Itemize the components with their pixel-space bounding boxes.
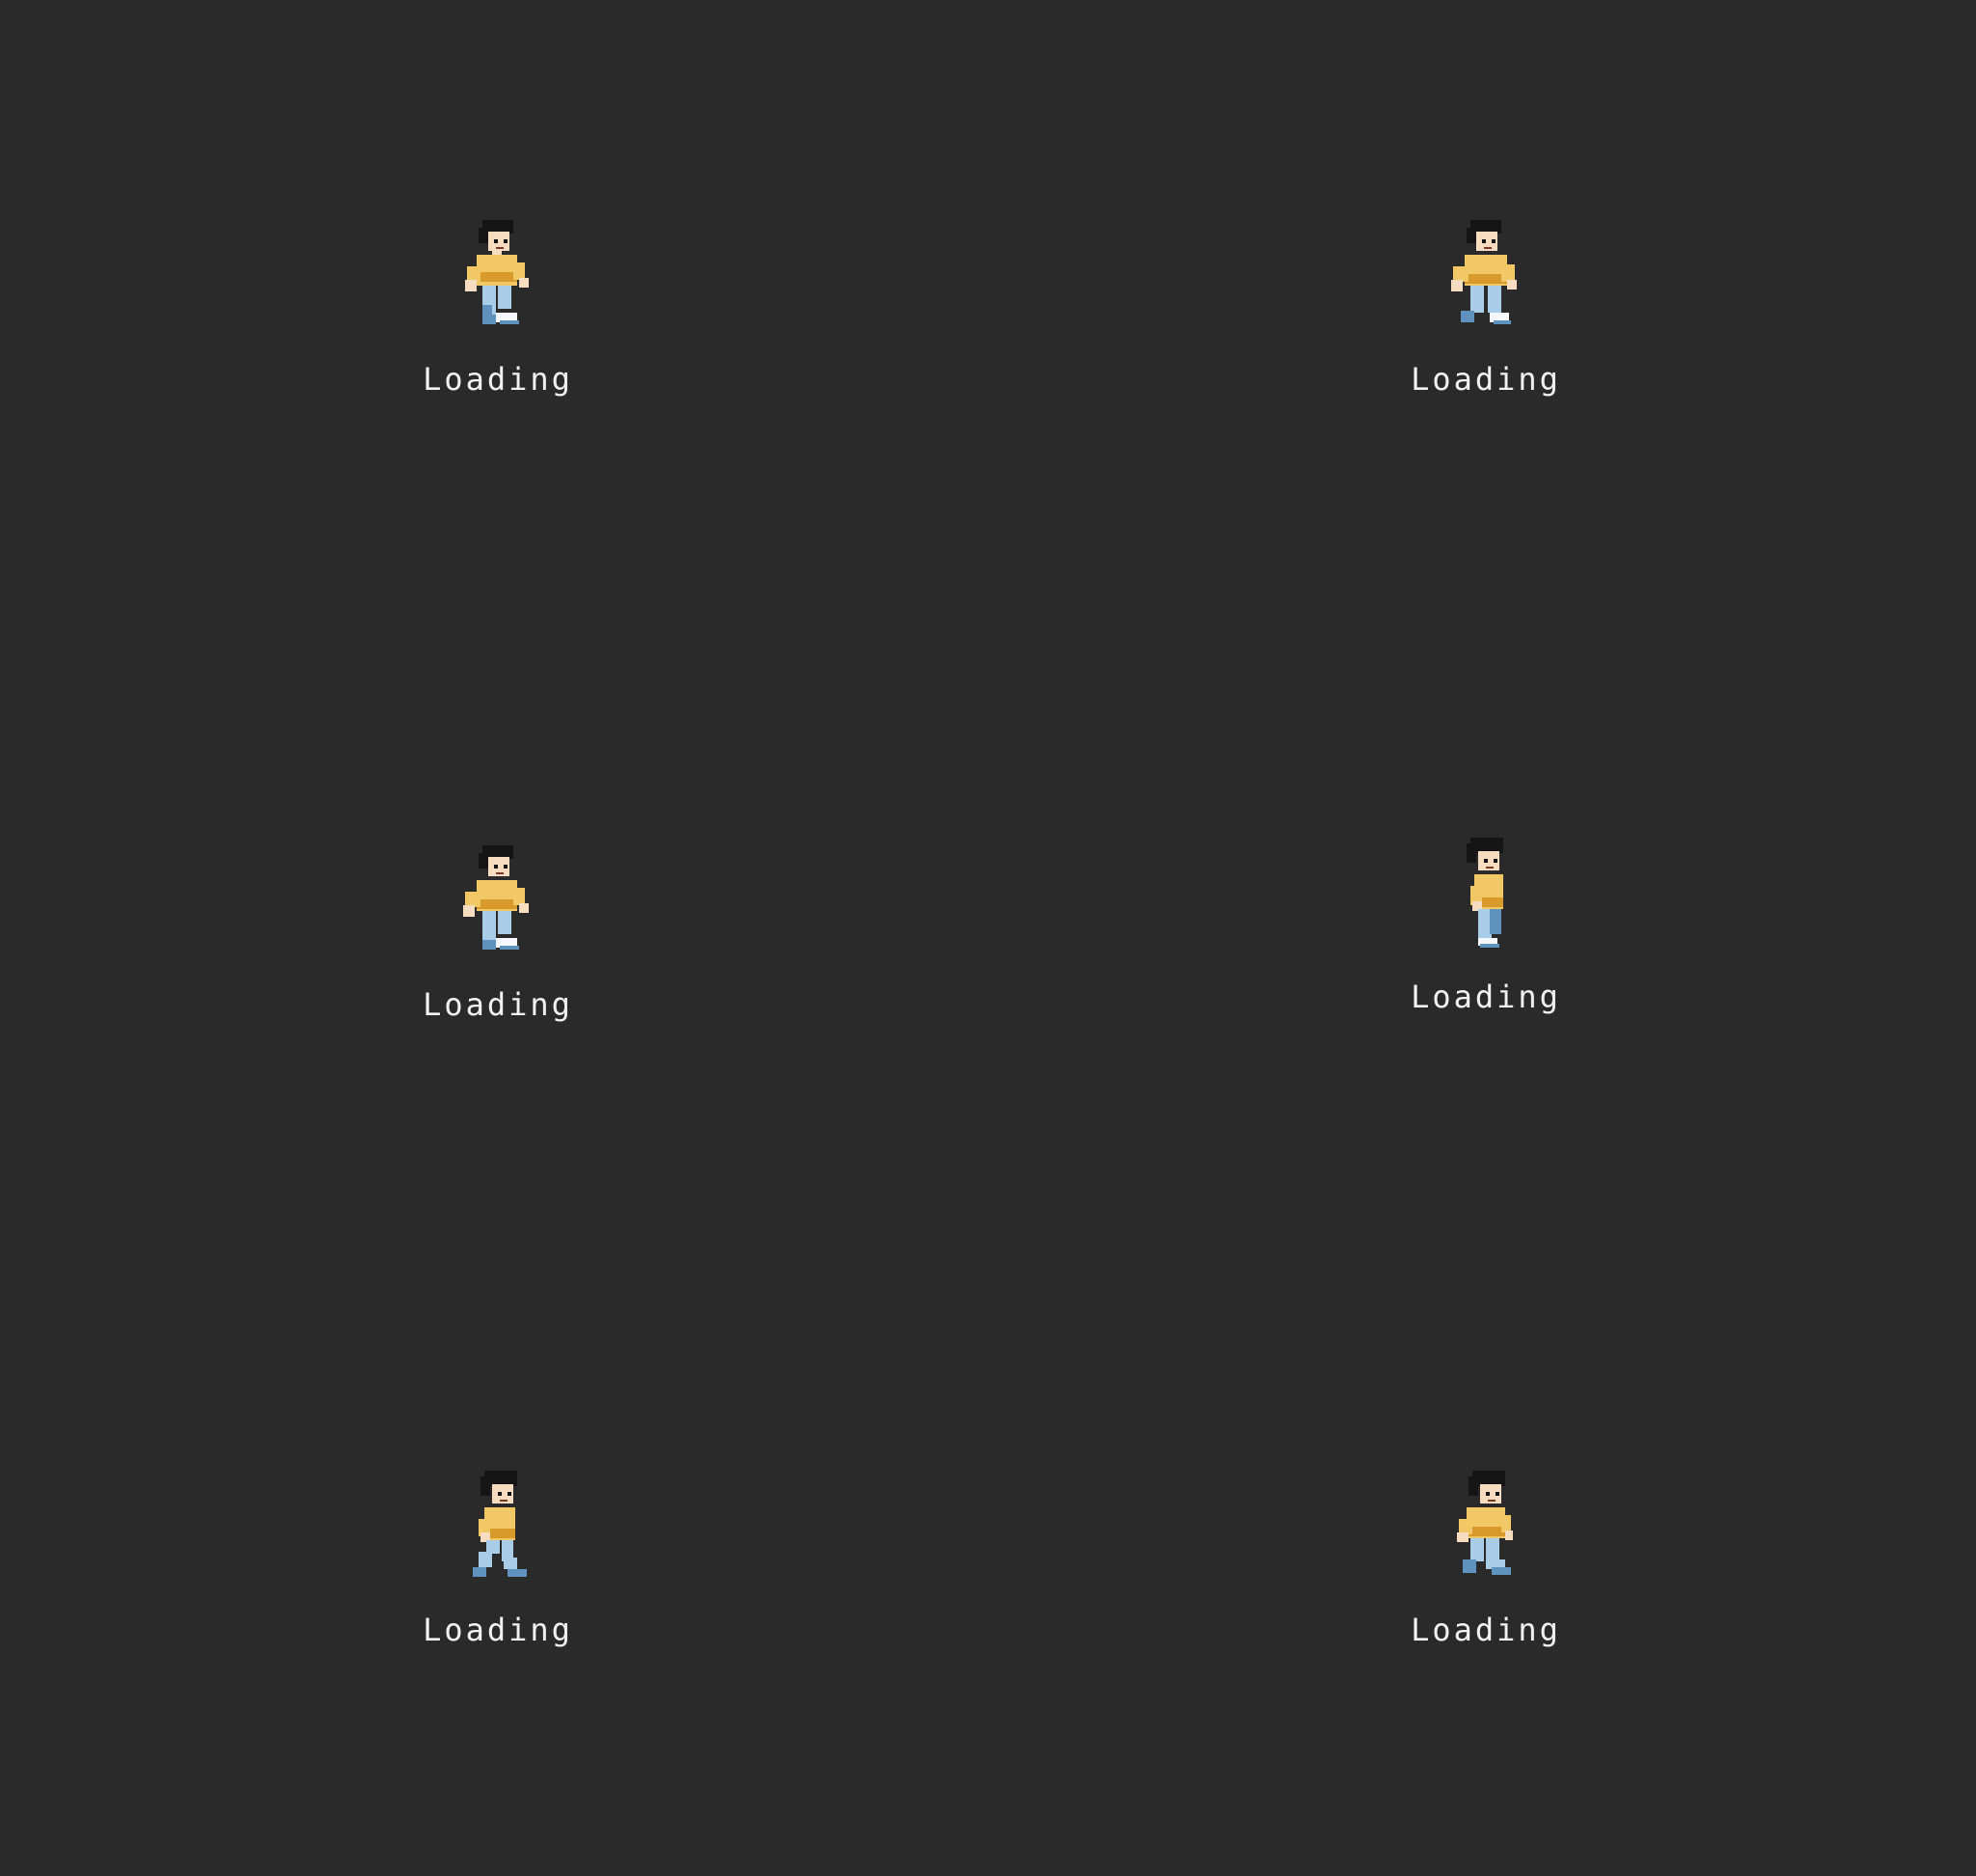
loading-label: Loading <box>423 1612 573 1648</box>
walking-boy-sprite <box>450 1471 546 1606</box>
loading-label: Loading <box>1411 1612 1561 1648</box>
loading-label: Loading <box>423 986 573 1023</box>
loading-frame-5: Loading <box>411 1471 585 1683</box>
loading-frame-2: Loading <box>1399 220 1573 432</box>
loading-label: Loading <box>1411 979 1561 1015</box>
walking-boy-sprite <box>1438 220 1534 355</box>
loading-frame-6: Loading <box>1399 1471 1573 1683</box>
loading-label: Loading <box>1411 361 1561 398</box>
walking-boy-sprite <box>450 845 546 980</box>
loading-frame-3: Loading <box>411 845 585 1058</box>
walking-boy-sprite <box>1438 1471 1534 1606</box>
loading-frame-4: Loading <box>1399 838 1573 1050</box>
loading-frame-1: Loading <box>411 220 585 432</box>
loading-label: Loading <box>423 361 573 398</box>
walking-boy-sprite <box>450 220 546 355</box>
walking-boy-sprite <box>1438 838 1534 973</box>
